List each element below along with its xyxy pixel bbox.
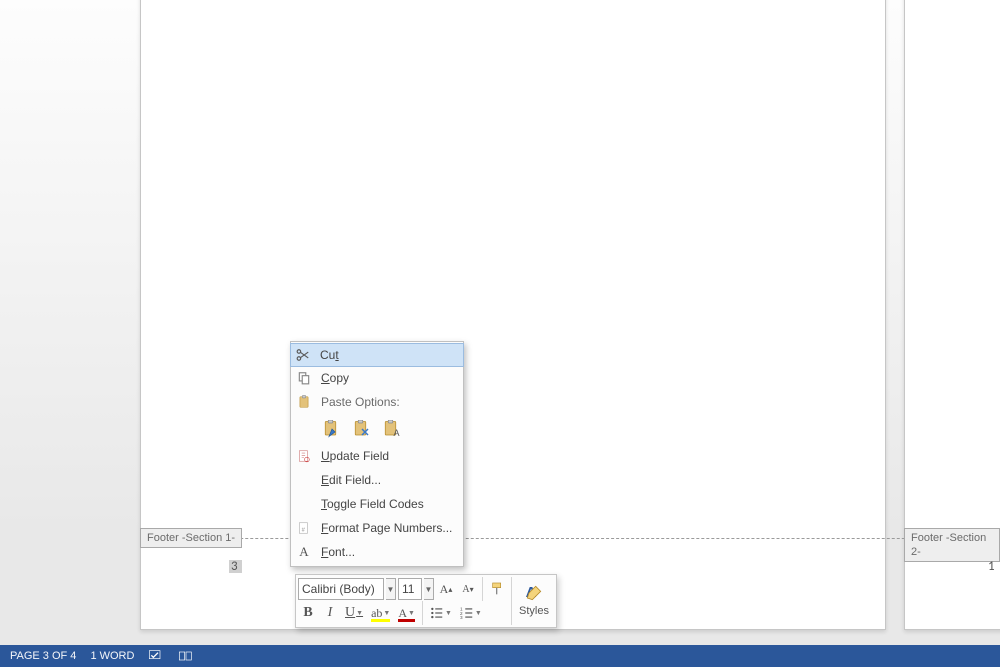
menu-cut[interactable]: Cut — [290, 343, 464, 367]
page-left[interactable] — [140, 0, 886, 630]
font-color-button[interactable]: A▼ — [395, 602, 418, 624]
menu-format-page-numbers-label: Format Page Numbers... — [321, 521, 453, 535]
format-painter-button[interactable] — [487, 578, 509, 600]
shrink-font-button[interactable]: A▾ — [458, 578, 478, 600]
font-a-icon: A — [295, 543, 313, 561]
font-size-dropdown[interactable]: ▼ — [424, 578, 434, 600]
page-number-icon: # — [295, 519, 313, 537]
italic-button[interactable]: I — [320, 602, 340, 624]
font-size-combo[interactable] — [398, 578, 422, 600]
menu-edit-field-label: Edit Field... — [321, 473, 453, 487]
menu-copy-label: Copy — [321, 371, 453, 385]
blank-icon — [295, 495, 313, 513]
paste-keep-text-only[interactable]: A — [381, 418, 403, 440]
menu-copy[interactable]: Copy — [291, 366, 463, 390]
menu-font[interactable]: A Font... — [291, 540, 463, 564]
paste-merge-formatting[interactable] — [351, 418, 373, 440]
menu-cut-label: Cut — [320, 348, 454, 362]
footer-tab-section-2[interactable]: Footer -Section 2- — [904, 528, 1000, 562]
font-name-dropdown[interactable]: ▼ — [386, 578, 396, 600]
page-number-field-selected[interactable]: 3 — [229, 560, 242, 573]
clipboard-icon — [295, 393, 313, 411]
mini-toolbar: ▼ ▼ A▴ A▾ B I U▼ ab▼ — [295, 574, 557, 628]
copy-icon — [295, 369, 313, 387]
paste-keep-source-formatting[interactable] — [321, 418, 343, 440]
bold-button[interactable]: B — [298, 602, 318, 624]
numbering-button[interactable]: 123▼ — [457, 602, 485, 624]
styles-button[interactable]: A Styles — [514, 577, 554, 623]
menu-toggle-field-codes[interactable]: Toggle Field Codes — [291, 492, 463, 516]
menu-format-page-numbers[interactable]: # Format Page Numbers... — [291, 516, 463, 540]
highlight-color-button[interactable]: ab▼ — [368, 602, 393, 624]
context-menu: Cut Copy Paste Options: A — [290, 341, 464, 567]
macro-recording-icon[interactable] — [178, 648, 194, 664]
menu-paste-options-label-row: Paste Options: — [291, 390, 463, 414]
menu-update-field[interactable]: Update Field — [291, 444, 463, 468]
menu-paste-options-label: Paste Options: — [321, 395, 453, 409]
spellcheck-icon[interactable] — [148, 648, 164, 664]
menu-toggle-field-codes-label: Toggle Field Codes — [321, 497, 453, 511]
svg-text:A: A — [394, 428, 400, 438]
styles-label: Styles — [519, 605, 549, 617]
status-page-info[interactable]: PAGE 3 OF 4 — [10, 650, 76, 662]
menu-update-field-label: Update Field — [321, 449, 453, 463]
font-name-combo[interactable] — [298, 578, 384, 600]
menu-edit-field[interactable]: Edit Field... — [291, 468, 463, 492]
footer-separator — [140, 538, 1000, 539]
paste-options-row: A — [291, 414, 463, 444]
status-bar: PAGE 3 OF 4 1 WORD — [0, 645, 1000, 667]
svg-text:3: 3 — [460, 615, 463, 620]
footer-tab-section-1[interactable]: Footer -Section 1- — [140, 528, 242, 548]
menu-font-label: Font... — [321, 545, 453, 559]
blank-icon — [295, 471, 313, 489]
underline-button[interactable]: U▼ — [342, 602, 366, 624]
bullets-button[interactable]: ▼ — [427, 602, 455, 624]
page-number-right: 1 — [988, 560, 995, 573]
grow-font-button[interactable]: A▴ — [436, 578, 456, 600]
document-workspace: Footer -Section 1- Footer -Section 2- 3 … — [0, 0, 1000, 667]
status-word-count[interactable]: 1 WORD — [90, 650, 134, 662]
update-field-icon — [295, 447, 313, 465]
scissors-icon — [294, 346, 312, 364]
